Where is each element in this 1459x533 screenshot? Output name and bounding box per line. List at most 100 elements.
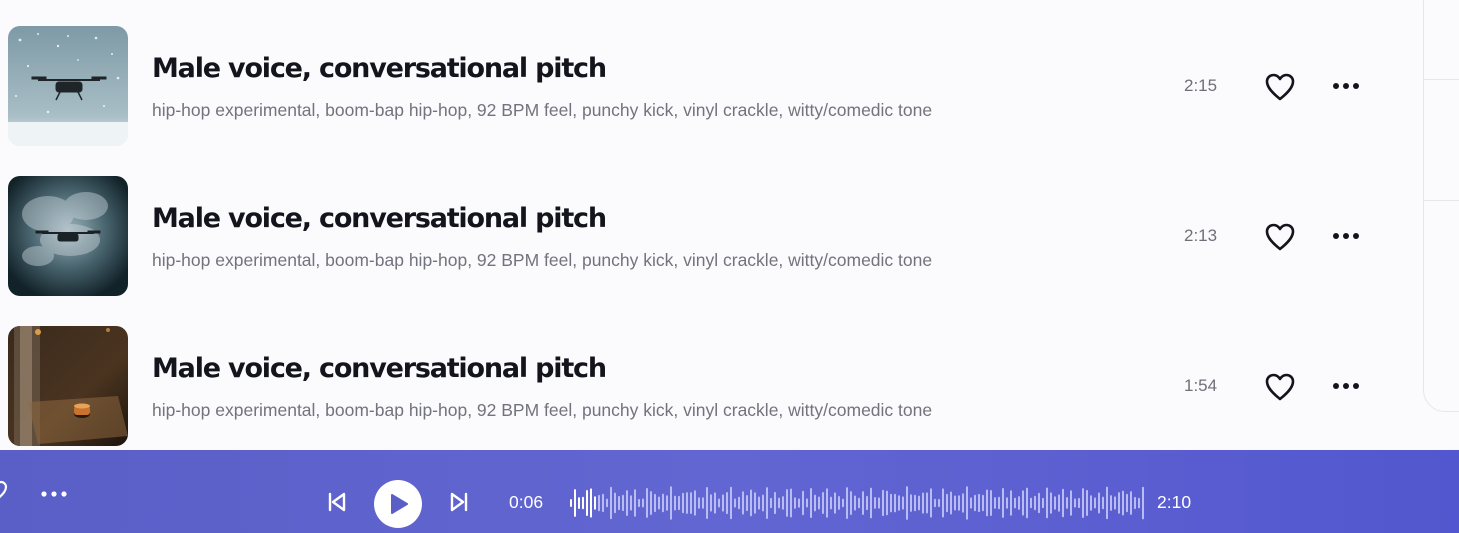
waveform-bar xyxy=(978,493,980,513)
side-panel xyxy=(1423,0,1459,412)
waveform-bar xyxy=(862,491,864,515)
waveform-bar xyxy=(854,495,856,511)
waveform-bar xyxy=(610,486,612,520)
waveform-bar xyxy=(630,495,632,511)
waveform-bar xyxy=(1114,496,1116,510)
waveform-bar xyxy=(998,496,1000,510)
waveform-bar xyxy=(886,490,888,516)
waveform-bar xyxy=(1022,490,1024,516)
waveform-bar xyxy=(570,499,572,507)
waveform-bar xyxy=(650,491,652,515)
more-icon xyxy=(1333,383,1359,389)
waveform-bar xyxy=(1014,497,1016,509)
more-options-button[interactable] xyxy=(1328,223,1364,249)
waveform-bar xyxy=(882,489,884,517)
track-thumbnail[interactable] xyxy=(8,26,128,146)
waveform-bar xyxy=(842,498,844,508)
track-title[interactable]: Male voice, conversational pitch xyxy=(152,353,607,384)
more-options-button[interactable] xyxy=(1328,73,1364,99)
elapsed-time: 0:06 xyxy=(509,492,544,512)
waveform-bar xyxy=(1130,491,1132,515)
waveform-bar xyxy=(634,489,636,517)
waveform-bar xyxy=(658,496,660,510)
waveform-bar xyxy=(1082,488,1084,518)
waveform-bar xyxy=(942,488,944,518)
like-button[interactable] xyxy=(1262,220,1298,254)
waveform-bar xyxy=(1118,492,1120,514)
waveform-bar xyxy=(866,495,868,511)
more-icon[interactable] xyxy=(40,490,68,498)
heart-icon xyxy=(1265,73,1295,101)
waveform-bar xyxy=(818,496,820,510)
waveform-bar xyxy=(626,490,628,516)
track-tags: hip-hop experimental, boom-bap hip-hop, … xyxy=(152,250,933,270)
waveform-bar xyxy=(1030,497,1032,509)
waveform-bar xyxy=(1042,497,1044,509)
waveform-bar xyxy=(758,496,760,510)
waveform-bar xyxy=(1134,496,1136,510)
more-icon xyxy=(1333,233,1359,239)
waveform-bar xyxy=(794,497,796,509)
waveform-bar xyxy=(702,497,704,509)
waveform-bar xyxy=(1026,487,1028,519)
waveform-bar xyxy=(746,495,748,512)
waveform-bar xyxy=(950,491,952,515)
waveform-bar xyxy=(846,487,848,519)
waveform-bar xyxy=(578,497,580,509)
waveform-bar xyxy=(586,490,588,516)
more-icon xyxy=(1333,83,1359,89)
total-time: 2:10 xyxy=(1157,492,1192,512)
waveform-bar xyxy=(598,494,600,512)
waveform-bar xyxy=(574,489,576,517)
waveform-bar xyxy=(1034,495,1036,511)
waveform-bar xyxy=(994,497,996,509)
next-icon[interactable] xyxy=(448,490,470,514)
track-title[interactable]: Male voice, conversational pitch xyxy=(152,53,607,84)
player-bar: 0:06 2:10 xyxy=(0,450,1459,533)
waveform-bar xyxy=(590,488,592,518)
waveform-bar xyxy=(1006,497,1008,509)
waveform-bar xyxy=(638,498,640,508)
like-button[interactable] xyxy=(1262,70,1298,104)
waveform-bar xyxy=(666,495,668,511)
waveform-bar xyxy=(742,491,744,515)
waveform-bar xyxy=(602,493,604,513)
track-row[interactable]: Male voice, conversational pitch hip-hop… xyxy=(0,150,1420,300)
track-row[interactable]: Male voice, conversational pitch hip-hop… xyxy=(0,0,1420,150)
waveform-bar xyxy=(834,492,836,514)
waveform-bar xyxy=(662,493,664,513)
track-title[interactable]: Male voice, conversational pitch xyxy=(152,203,607,234)
waveform-bar xyxy=(674,495,676,511)
track-thumbnail[interactable] xyxy=(8,176,128,296)
more-options-button[interactable] xyxy=(1328,373,1364,399)
page: Male voice, conversational pitch hip-hop… xyxy=(0,0,1459,533)
waveform-bar xyxy=(646,488,648,518)
waveform-bar xyxy=(838,496,840,510)
waveform-bar xyxy=(1090,495,1092,511)
heart-icon xyxy=(1265,373,1295,401)
waveform-bar xyxy=(1078,497,1080,509)
track-thumbnail[interactable] xyxy=(8,326,128,446)
heart-icon[interactable] xyxy=(0,480,12,504)
waveform-bar xyxy=(614,492,616,514)
waveform-bar xyxy=(958,495,960,511)
waveform-bar xyxy=(1086,489,1088,516)
waveform-bar xyxy=(894,493,896,513)
waveform-bar xyxy=(830,496,832,510)
waveform-bar xyxy=(1074,498,1076,508)
waveform-bar xyxy=(986,489,988,517)
waveform-bar xyxy=(786,489,788,517)
waveform-bar xyxy=(1010,490,1012,516)
waveform-bar xyxy=(722,494,724,512)
track-tags: hip-hop experimental, boom-bap hip-hop, … xyxy=(152,100,933,120)
previous-icon[interactable] xyxy=(326,490,348,514)
waveform-progress[interactable] xyxy=(568,480,1144,526)
like-button[interactable] xyxy=(1262,370,1298,404)
waveform-bar xyxy=(934,498,936,508)
waveform-bar xyxy=(1094,497,1096,509)
waveform-bar xyxy=(990,490,992,516)
track-row[interactable]: Male voice, conversational pitch hip-hop… xyxy=(0,300,1420,450)
play-button[interactable] xyxy=(374,480,422,528)
track-duration: 2:15 xyxy=(1184,76,1218,95)
waveform-bar xyxy=(606,498,608,508)
